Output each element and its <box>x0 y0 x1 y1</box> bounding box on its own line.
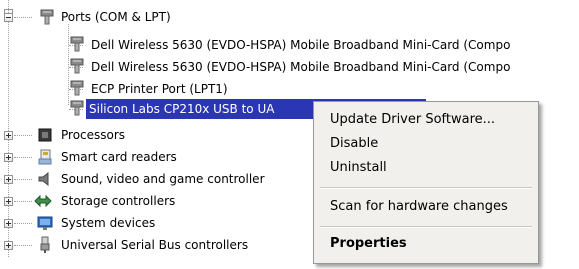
properties-menu-item[interactable]: Properties <box>316 233 536 255</box>
expand-toggle[interactable] <box>4 219 13 228</box>
uninstall-menu-item[interactable]: Uninstall <box>316 157 536 179</box>
tree-connector <box>14 223 32 224</box>
menu-separator <box>320 187 532 189</box>
context-menu: Update Driver Software... Disable Uninst… <box>313 101 539 264</box>
update-driver-menu-item[interactable]: Update Driver Software... <box>316 109 536 131</box>
expand-toggle[interactable] <box>4 241 13 250</box>
tree-connector <box>14 245 32 246</box>
processor-chip-icon <box>38 128 52 142</box>
tree-item-label: Dell Wireless 5630 (EVDO-HSPA) Mobile Br… <box>91 38 511 52</box>
tree-connector <box>14 17 32 18</box>
tree-item-label: Universal Serial Bus controllers <box>61 238 249 252</box>
expand-toggle[interactable] <box>4 153 13 162</box>
disable-menu-item[interactable]: Disable <box>316 133 536 155</box>
usb-plug-icon <box>40 236 50 253</box>
tree-item-label: Smart card readers <box>61 150 177 164</box>
menu-separator <box>320 226 532 228</box>
tree-item-label: Processors <box>61 128 126 142</box>
tree-connector <box>14 135 32 136</box>
port-connector-icon <box>70 36 84 52</box>
tree-item-label: Sound, video and game controller <box>61 172 265 186</box>
port-connector-icon <box>70 100 84 116</box>
speaker-icon <box>38 171 49 187</box>
port-connector-icon <box>70 58 84 74</box>
expand-toggle[interactable] <box>4 197 13 206</box>
tree-connector <box>14 201 32 202</box>
smart-card-reader-icon <box>38 149 52 165</box>
tree-item-label: Dell Wireless 5630 (EVDO-HSPA) Mobile Br… <box>91 60 511 74</box>
expand-toggle[interactable] <box>4 175 13 184</box>
tree-item-label: Ports (COM & LPT) <box>61 10 171 24</box>
tree-connector <box>14 179 32 180</box>
tree-item-label: Storage controllers <box>61 194 176 208</box>
tree-connector <box>14 157 32 158</box>
tree-item-label: System devices <box>61 216 156 230</box>
tree-item-label: ECP Printer Port (LPT1) <box>91 82 228 96</box>
port-connector-icon <box>70 80 84 96</box>
port-connector-icon <box>40 9 54 25</box>
expand-toggle[interactable] <box>4 131 13 140</box>
system-devices-icon <box>37 216 53 230</box>
collapse-toggle[interactable] <box>4 13 13 22</box>
device-manager-tree: Ports (COM & LPT) Dell Wireless 5630 (EV… <box>0 0 579 269</box>
scan-hardware-menu-item[interactable]: Scan for hardware changes <box>316 196 536 218</box>
storage-controller-icon <box>34 194 52 208</box>
